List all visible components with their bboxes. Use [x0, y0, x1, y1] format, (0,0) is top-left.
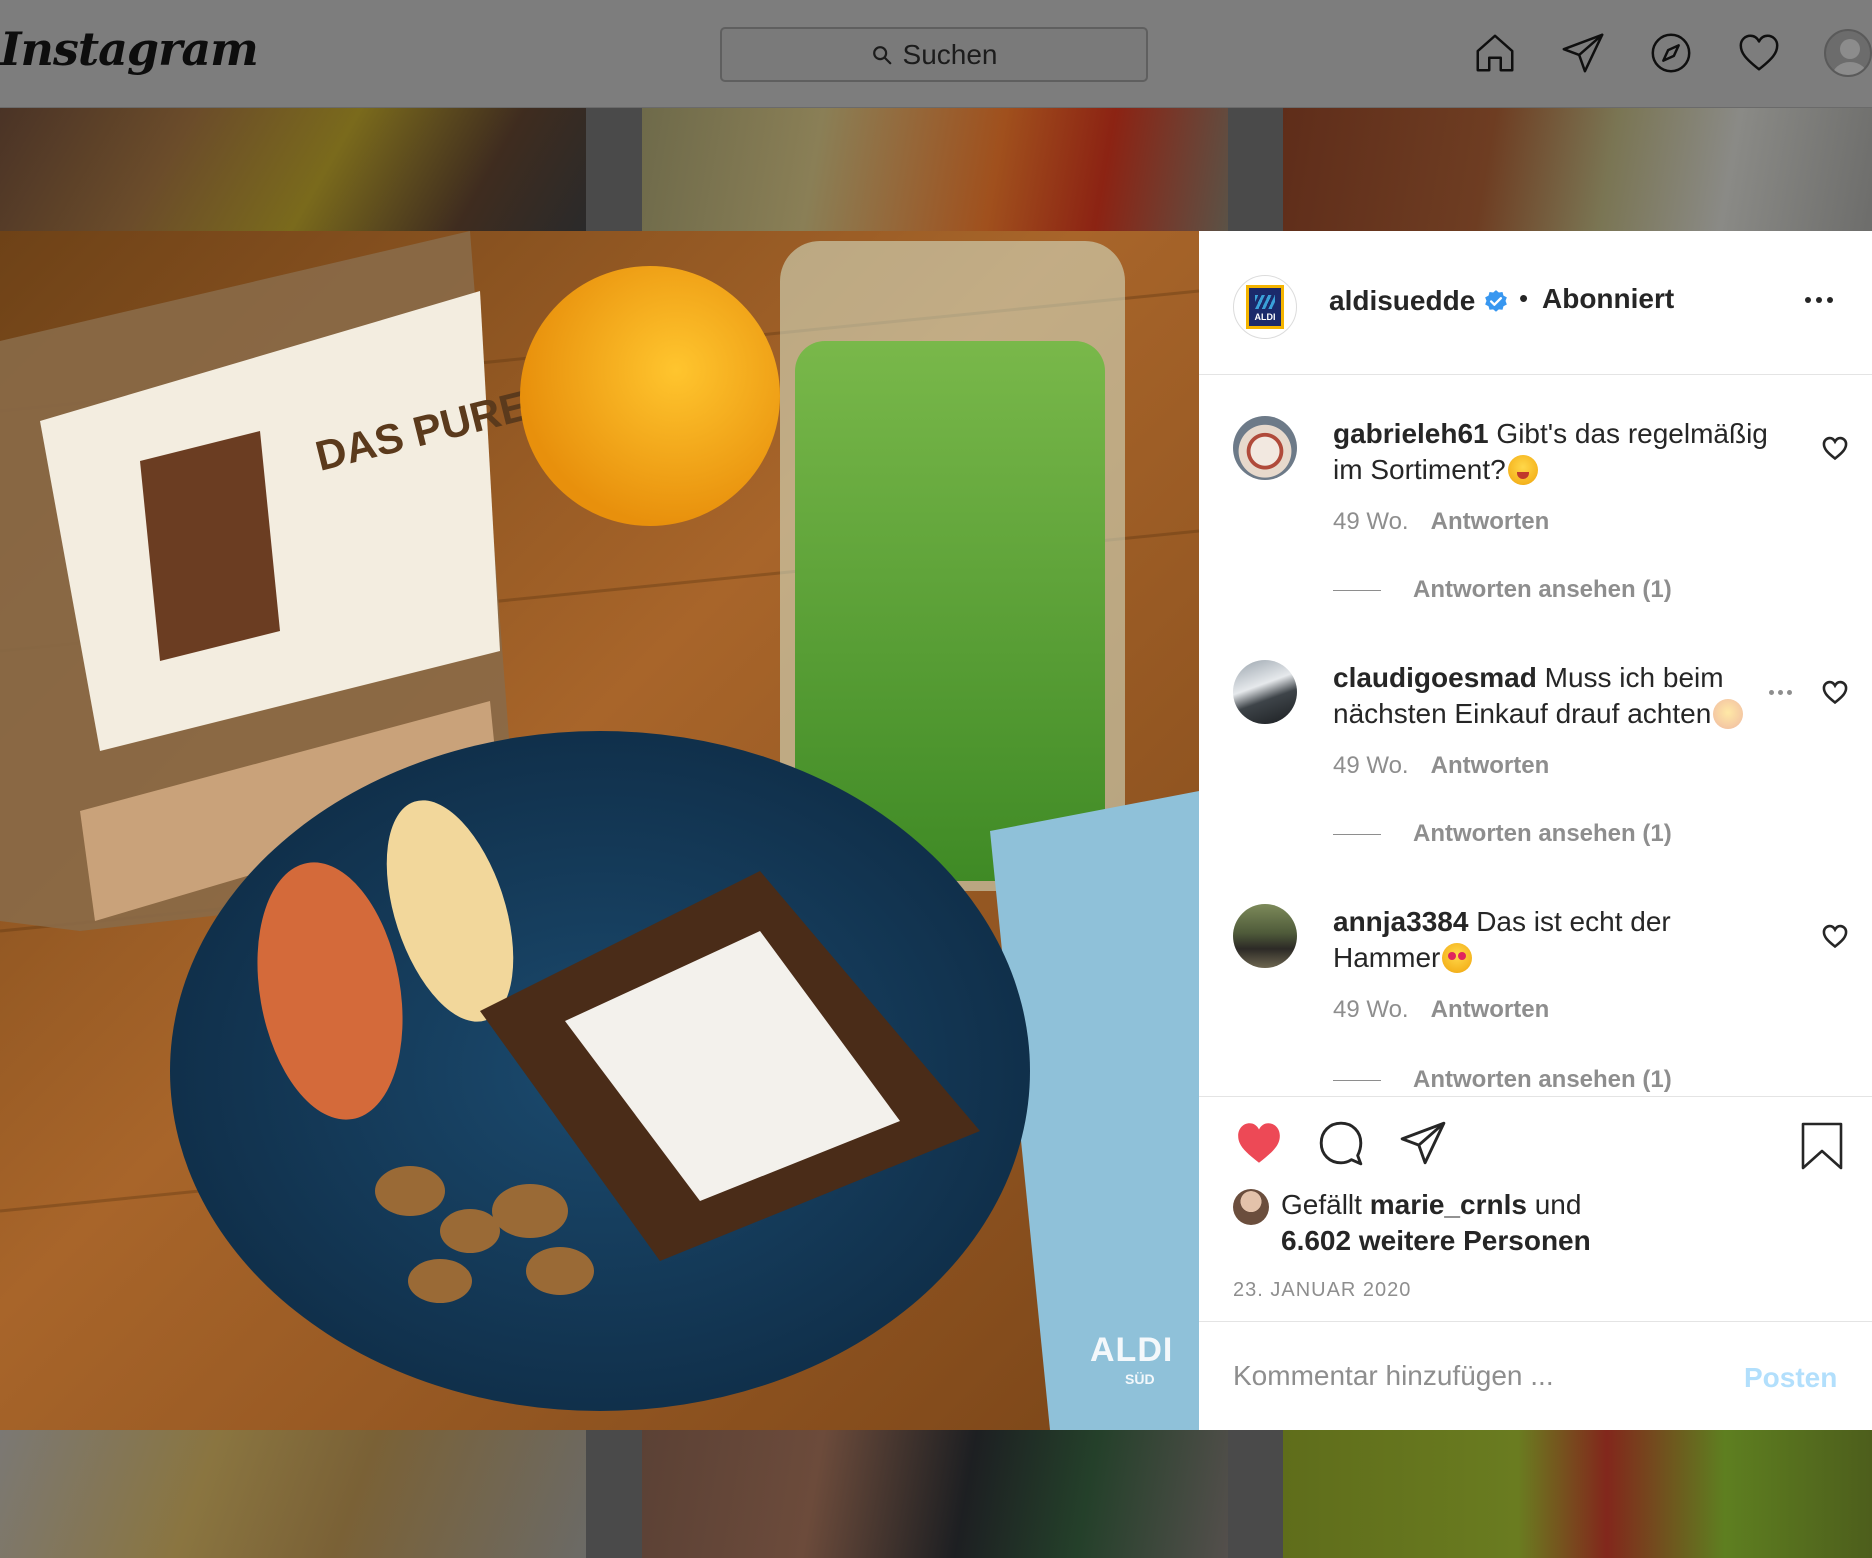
post-image[interactable]: DAS PURE ALDI SÜD — [0, 231, 1199, 1430]
profile-avatar[interactable] — [1824, 29, 1872, 77]
add-comment-bar: Posten — [1199, 1321, 1872, 1431]
comment-input[interactable] — [1233, 1350, 1733, 1402]
smile-emoji-icon — [1713, 699, 1744, 729]
bookmark-icon[interactable] — [1799, 1121, 1845, 1171]
reply-button[interactable]: Antworten — [1431, 996, 1550, 1023]
search-placeholder: Suchen — [902, 38, 998, 70]
comment-meta: 49 Wo. Antworten — [1333, 752, 1549, 780]
aldi-logo: ALDI — [1246, 285, 1284, 329]
heart-icon[interactable] — [1233, 1117, 1285, 1169]
comment-meta: 49 Wo. Antworten — [1333, 508, 1549, 536]
comment-like-icon[interactable] — [1821, 678, 1849, 706]
view-replies-button[interactable]: Antworten ansehen (1) — [1333, 576, 1672, 604]
heart-eyes-emoji-icon — [1442, 943, 1473, 973]
home-icon[interactable] — [1470, 28, 1520, 78]
view-replies-label: Antworten ansehen (1) — [1413, 820, 1672, 847]
comment-meta: 49 Wo. Antworten — [1333, 996, 1549, 1024]
follow-status-button[interactable]: Abonniert — [1542, 283, 1674, 315]
comment-age: 49 Wo. — [1333, 752, 1409, 779]
comment-text-block: gabrieleh61 Gibt's das regelmäßig im Sor… — [1333, 416, 1773, 488]
likes-text: Gefällt marie_crnls und 6.602 weitere Pe… — [1281, 1187, 1841, 1259]
nav-icons — [1470, 28, 1784, 78]
reply-button[interactable]: Antworten — [1431, 508, 1550, 535]
post-image-illustration: DAS PURE — [0, 231, 1199, 1430]
share-icon[interactable] — [1397, 1117, 1449, 1169]
aldi-watermark-sub: SÜD — [1125, 1371, 1155, 1387]
aldi-watermark: ALDI — [1090, 1331, 1174, 1369]
comment-options-icon[interactable] — [1769, 690, 1792, 695]
commenter-avatar[interactable] — [1233, 660, 1297, 724]
view-replies-label: Antworten ansehen (1) — [1413, 576, 1672, 603]
explore-icon[interactable] — [1646, 28, 1696, 78]
view-replies-button[interactable]: Antworten ansehen (1) — [1333, 820, 1672, 848]
post-comment-button[interactable]: Posten — [1744, 1362, 1837, 1394]
comment-like-icon[interactable] — [1821, 434, 1849, 462]
instagram-page: Instagram Suchen DAS PURE ALDI SÜD ALDI … — [0, 0, 1872, 1558]
author-username[interactable]: aldisuedde — [1329, 285, 1475, 317]
comments-list: gabrieleh61 Gibt's das regelmäßig im Sor… — [1199, 376, 1872, 1096]
comment-text-block: annja3384 Das ist echt der Hammer — [1333, 904, 1773, 976]
grid-thumbnail[interactable] — [1283, 1430, 1872, 1558]
search-icon — [872, 45, 891, 64]
liker-username[interactable]: marie_crnls — [1370, 1189, 1527, 1220]
commenter-avatar[interactable] — [1233, 904, 1297, 968]
comment-username[interactable]: gabrieleh61 — [1333, 418, 1489, 449]
post-date[interactable]: 23. JANUAR 2020 — [1233, 1279, 1411, 1302]
verified-badge-icon — [1485, 290, 1507, 312]
likes-count[interactable]: 6.602 weitere Personen — [1281, 1225, 1591, 1256]
comment-text-block: claudigoesmad Muss ich beim nächsten Ein… — [1333, 660, 1773, 732]
author-avatar[interactable]: ALDI — [1233, 275, 1297, 339]
top-nav: Instagram Suchen — [0, 0, 1872, 108]
comment-like-icon[interactable] — [1821, 922, 1849, 950]
action-icons — [1233, 1117, 1449, 1169]
comment-icon[interactable] — [1315, 1117, 1367, 1169]
comment-username[interactable]: claudigoesmad — [1333, 662, 1537, 693]
view-replies-button[interactable]: Antworten ansehen (1) — [1333, 1066, 1672, 1094]
likes-connector: und — [1534, 1189, 1582, 1220]
direct-icon[interactable] — [1558, 28, 1608, 78]
post-header: ALDI aldisuedde • Abonniert — [1199, 231, 1872, 375]
search-box[interactable]: Suchen — [720, 27, 1148, 82]
activity-icon[interactable] — [1734, 28, 1784, 78]
replies-divider — [1333, 833, 1381, 835]
grid-thumbnail[interactable] — [0, 108, 586, 231]
comment-username[interactable]: annja3384 — [1333, 906, 1468, 937]
header-separator: • — [1519, 283, 1529, 313]
likes-prefix: Gefällt — [1281, 1189, 1362, 1220]
commenter-avatar[interactable] — [1233, 416, 1297, 480]
comment-age: 49 Wo. — [1333, 996, 1409, 1023]
yum-emoji-icon — [1507, 455, 1538, 485]
grid-thumbnail[interactable] — [0, 1430, 586, 1558]
grid-thumbnail[interactable] — [1283, 108, 1872, 231]
replies-divider — [1333, 589, 1381, 591]
replies-divider — [1333, 1079, 1381, 1081]
instagram-logo[interactable]: Instagram — [0, 22, 259, 76]
post-actions: Gefällt marie_crnls und 6.602 weitere Pe… — [1199, 1096, 1872, 1430]
comment-age: 49 Wo. — [1333, 508, 1409, 535]
post-side-panel: ALDI aldisuedde • Abonniert gabrieleh61 … — [1199, 231, 1872, 1430]
more-options-icon[interactable] — [1805, 297, 1833, 303]
grid-thumbnail[interactable] — [642, 1430, 1228, 1558]
liker-avatar[interactable] — [1233, 1189, 1269, 1225]
grid-thumbnail[interactable] — [642, 108, 1228, 231]
reply-button[interactable]: Antworten — [1431, 752, 1550, 779]
view-replies-label: Antworten ansehen (1) — [1413, 1066, 1672, 1093]
